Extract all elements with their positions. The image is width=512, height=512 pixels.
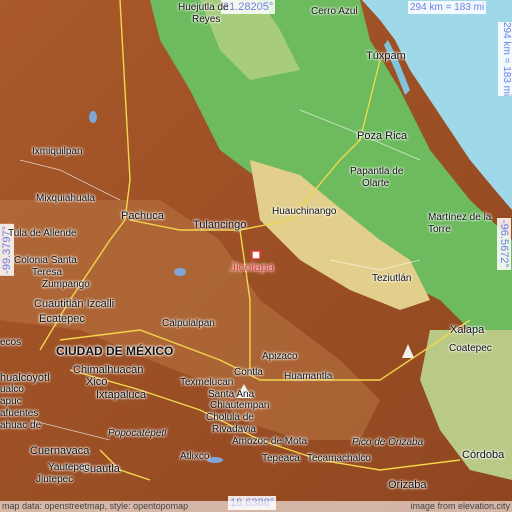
place-label: Chiautempan	[210, 400, 270, 411]
place-label-clipped: apuc	[0, 396, 22, 407]
place-label: Cuautitlán Izcalli	[34, 298, 115, 310]
place-label: Chimalhuacán	[73, 364, 144, 376]
place-label: Cuernavaca	[30, 445, 90, 457]
place-label: Atlixco	[180, 451, 210, 462]
volcano-label: Pico de Orizaba	[352, 437, 424, 448]
place-label: Tulancingo	[193, 219, 247, 231]
place-label: Teresa	[32, 267, 63, 278]
place-label: Cholula de	[206, 412, 254, 423]
place-label: Túxpam	[366, 50, 406, 62]
place-label: Huamantla	[284, 371, 333, 382]
place-label-clipped: hualcóyotl	[0, 372, 50, 384]
target-label: Jicolapa	[230, 260, 275, 274]
place-label: Tepeaca	[262, 453, 300, 464]
place-label: Texmelucan	[180, 377, 234, 388]
place-label: Coatepec	[449, 343, 492, 354]
place-label-capital: CIUDAD DE MÉXICO	[56, 344, 174, 358]
place-label: Mixquiahuala	[36, 193, 95, 204]
place-label: Amozoc de Mota	[232, 436, 308, 447]
place-label: Tula de Allende	[8, 228, 77, 239]
place-label: Reyes	[192, 14, 221, 25]
place-label: Zumpango	[42, 279, 90, 290]
scale-top: 294 km = 183 mi	[408, 1, 487, 14]
place-label: Pachuca	[121, 210, 164, 222]
place-label: Jiutepec	[36, 474, 74, 485]
place-label-clipped: ualco	[0, 384, 24, 395]
place-label: Rivadavia	[212, 424, 256, 435]
place-label-clipped: afuentes	[0, 408, 39, 419]
elevation-map: 21.28205° 18.6388° -99.3797° -96.5672° 2…	[0, 0, 512, 512]
volcano-label: Popocatépetl	[108, 428, 167, 439]
lake	[174, 268, 186, 276]
attribution-bar: map data: openstreetmap, style: opentopo…	[0, 501, 512, 512]
place-label: Papantla de	[350, 166, 404, 177]
place-label: Martínez de la	[428, 212, 492, 223]
place-label: Huauchinango	[272, 206, 337, 217]
place-label: Calpulalpan	[162, 318, 215, 329]
place-label-clipped: ecos	[0, 337, 22, 348]
place-label: Colonia Santa	[14, 255, 77, 266]
place-label: Xico	[86, 376, 108, 388]
place-label: Ecatepec	[39, 313, 85, 325]
coord-right-lon: -96.5672°	[497, 218, 511, 270]
place-label: Orizaba	[388, 479, 427, 491]
place-label: Yautepec	[48, 462, 90, 473]
place-label: Apizaco	[262, 351, 298, 362]
place-label: Ixmiquilpan	[32, 146, 83, 157]
place-label: Córdoba	[462, 449, 505, 461]
place-label: Olarte	[362, 178, 390, 189]
scale-right: 294 km = 183 mi	[498, 22, 512, 97]
place-label: Torre	[428, 224, 451, 235]
lake	[89, 111, 97, 123]
attribution-right: image from elevation.city	[410, 501, 510, 511]
place-label: Huejutla de	[178, 2, 229, 13]
place-label: Contla	[234, 367, 263, 378]
attribution-left: map data: openstreetmap, style: opentopo…	[2, 501, 189, 511]
place-label: Tecamachalco	[307, 453, 371, 464]
place-label: Xalapa	[450, 324, 485, 336]
place-label-clipped: ahuac de	[0, 420, 42, 431]
place-label: Poza Rica	[357, 130, 408, 142]
target-marker	[251, 250, 261, 260]
coord-top-lat: 21.28205°	[221, 0, 276, 14]
place-label: Teziutlán	[372, 273, 412, 284]
place-label: Cerro Azul	[311, 6, 358, 17]
place-label: Ixtapaluca	[96, 389, 147, 401]
